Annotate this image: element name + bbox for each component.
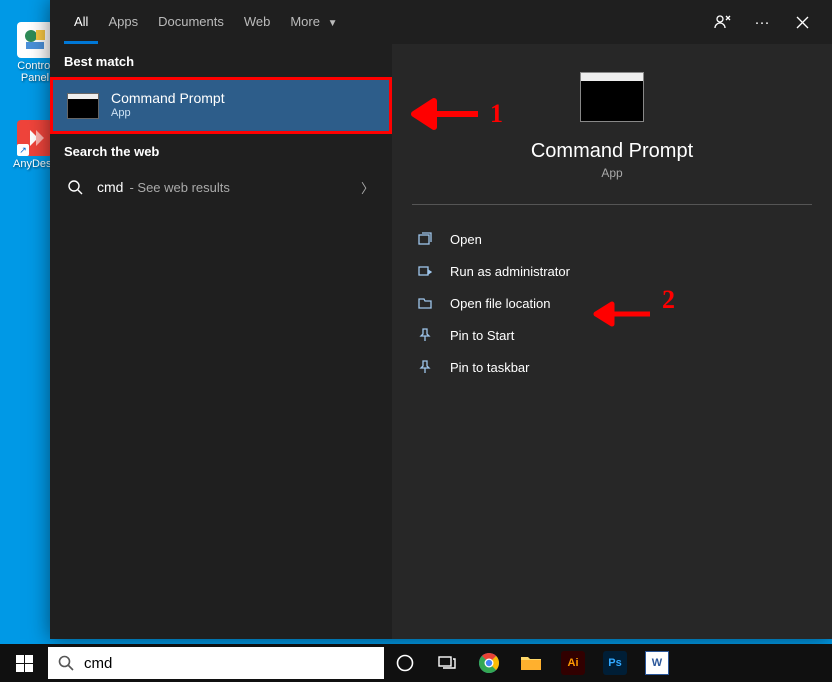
shortcut-arrow-icon: ↗: [17, 144, 29, 156]
web-hint: - See web results: [129, 180, 229, 195]
action-label: Pin to Start: [450, 328, 514, 343]
action-label: Open: [450, 232, 482, 247]
best-match-header: Best match: [50, 44, 392, 77]
action-label: Run as administrator: [450, 264, 570, 279]
best-match-command-prompt[interactable]: Command Prompt App: [50, 77, 392, 134]
tab-documents[interactable]: Documents: [148, 0, 234, 44]
search-web-item[interactable]: cmd - See web results 〉: [50, 167, 392, 207]
preview-header: Command Prompt App: [412, 72, 812, 205]
options-icon[interactable]: ···: [746, 6, 778, 38]
folder-icon: [418, 296, 434, 310]
taskbar-app-explorer[interactable]: [510, 644, 552, 682]
action-run-admin[interactable]: Run as administrator: [412, 255, 812, 287]
tab-all[interactable]: All: [64, 0, 98, 44]
search-filter-tabs: All Apps Documents Web More ▼ ···: [50, 0, 832, 44]
tab-web[interactable]: Web: [234, 0, 281, 44]
tab-more-label: More: [290, 14, 320, 29]
best-match-title: Command Prompt: [111, 90, 225, 108]
taskbar-app-chrome[interactable]: [468, 644, 510, 682]
taskbar: Ai Ps W: [0, 644, 832, 682]
command-prompt-preview-icon: [580, 72, 644, 122]
open-icon: [418, 232, 434, 246]
taskbar-search-input[interactable]: [84, 655, 374, 672]
annotation-arrow-1: 1: [410, 94, 503, 134]
pin-icon: [418, 328, 434, 342]
web-query: cmd: [97, 179, 123, 195]
action-label: Open file location: [450, 296, 550, 311]
start-button[interactable]: [0, 644, 48, 682]
command-prompt-icon: [67, 93, 99, 119]
taskbar-app-illustrator[interactable]: Ai: [552, 644, 594, 682]
annotation-arrow-2: 2: [592, 296, 675, 332]
results-column: Best match Command Prompt App Search the…: [50, 44, 392, 639]
preview-subtitle: App: [601, 166, 622, 180]
admin-icon: [418, 264, 434, 278]
action-pin-taskbar[interactable]: Pin to taskbar: [412, 351, 812, 383]
control-panel-icon: [17, 22, 53, 58]
preview-title: Command Prompt: [531, 140, 693, 163]
action-label: Pin to taskbar: [450, 360, 530, 375]
pin-icon: [418, 360, 434, 374]
task-view-button[interactable]: [426, 644, 468, 682]
anydesk-icon: ↗: [17, 120, 53, 156]
annotation-number-1: 1: [490, 99, 503, 129]
chevron-down-icon: ▼: [328, 18, 338, 29]
annotation-number-2: 2: [662, 285, 675, 315]
search-icon: [58, 655, 74, 671]
cortana-button[interactable]: [384, 644, 426, 682]
tab-more[interactable]: More ▼: [280, 0, 347, 44]
taskbar-search-box[interactable]: [48, 647, 384, 679]
search-web-header: Search the web: [50, 134, 392, 167]
windows-logo-icon: [16, 655, 33, 672]
tab-apps[interactable]: Apps: [98, 0, 148, 44]
action-open[interactable]: Open: [412, 223, 812, 255]
taskbar-app-word[interactable]: W: [636, 644, 678, 682]
search-icon: [68, 180, 83, 195]
chevron-right-icon: 〉: [361, 178, 374, 197]
best-match-subtitle: App: [111, 107, 225, 121]
feedback-icon[interactable]: [706, 6, 738, 38]
close-icon[interactable]: [786, 6, 818, 38]
taskbar-app-photoshop[interactable]: Ps: [594, 644, 636, 682]
